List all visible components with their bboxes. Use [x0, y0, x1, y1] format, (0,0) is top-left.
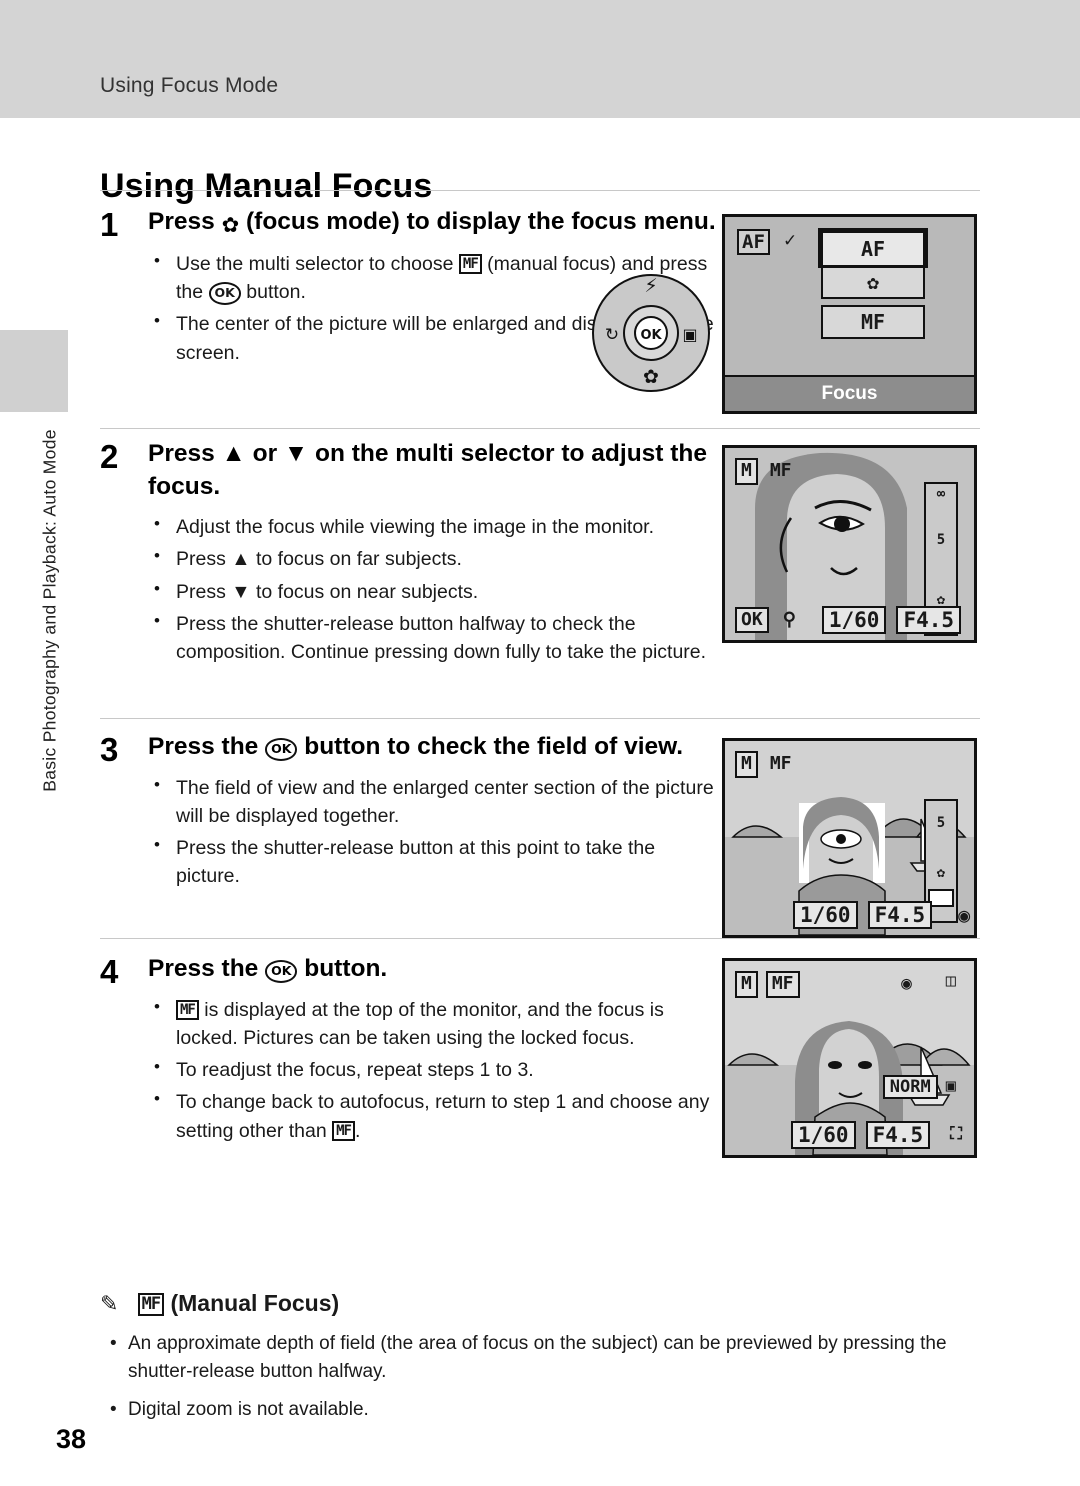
figure-live-view-locked: M MF ◉ ◫ NORM ▣ 1/60 F4.5 ⛶ 16	[722, 958, 977, 1158]
frames-remaining-icon: ⛶	[950, 1124, 963, 1145]
step-3-heading: Press the OK button to check the field o…	[148, 733, 684, 761]
frames-remaining-value: 16	[976, 1121, 977, 1149]
step-2-heading: Press ▲ or ▼ on the multi selector to ad…	[148, 440, 708, 500]
shutter-speed-value: 1/60	[821, 606, 887, 634]
step-2-number: 2	[100, 438, 119, 475]
step-4-number: 4	[100, 953, 119, 990]
step-2: 2 Press ▲ or ▼ on the multi selector to …	[100, 438, 720, 670]
lv4-bottom-bar: 1/60 F4.5 ⛶ 16	[725, 1115, 974, 1155]
step-3: 3 Press the OK button to check the field…	[100, 731, 720, 895]
step-4-bullet-1: MF is displayed at the top of the monito…	[148, 995, 720, 1053]
ok-button-icon: OK	[265, 738, 298, 761]
step-1-heading-post: (focus mode) to display the focus menu.	[246, 208, 716, 235]
mf-icon: MF	[176, 999, 199, 1020]
flower-focus-mode-icon: ✿	[221, 213, 240, 237]
step-4-bullet-3: To change back to autofocus, return to s…	[148, 1087, 720, 1145]
mode-badge: M	[735, 458, 758, 485]
divider	[100, 428, 980, 429]
page-number: 38	[56, 1424, 87, 1454]
step-1-heading: Press ✿ (focus mode) to display the focu…	[148, 206, 720, 240]
ok-badge: OK	[735, 606, 769, 634]
step-2-bullet-1: Adjust the focus while viewing the image…	[148, 512, 720, 541]
note-bullet-1: • An approximate depth of field (the are…	[110, 1333, 947, 1382]
svg-text:OK: OK	[640, 328, 662, 343]
step-3-bullet-2: Press the shutter-release button at this…	[148, 833, 720, 891]
ok-button-icon: OK	[208, 282, 241, 305]
focus-menu-bottom-label: Focus	[725, 375, 974, 411]
step-3-number: 3	[100, 731, 119, 768]
lv2-top-badges: M MF	[735, 458, 796, 485]
figure-focus-menu: AF ✓ AF ✿ MF Focus	[722, 214, 977, 414]
scale-mid-label: 5	[936, 532, 946, 548]
step-3-bullets: The field of view and the enlarged cente…	[148, 773, 720, 891]
mf-icon: MF	[137, 1293, 165, 1316]
figure-live-view-field-of-view: M MF 5 ✿ 1/60 F4.5 ◉	[722, 738, 977, 938]
pencil-note-icon: ✎	[100, 1292, 119, 1317]
step-2-bullet-3: Press ▼ to focus on near subjects.	[148, 577, 720, 606]
mode-badge: M	[735, 971, 758, 998]
svg-text:↻: ↻	[605, 325, 619, 345]
step-2-bullet-2: Press ▲ to focus on far subjects.	[148, 544, 720, 573]
step-4-heading: Press the OK button.	[148, 955, 388, 983]
mf-icon: MF	[332, 1120, 355, 1141]
lv3-bottom-bar: 1/60 F4.5 ◉	[725, 895, 974, 935]
macro-indicator-icon: ◉	[901, 973, 912, 994]
mf-icon: MF	[458, 253, 482, 274]
multi-selector-dial: OK ⚡ ↻ ▣ ✿	[586, 258, 716, 398]
step-2-bullets: Adjust the focus while viewing the image…	[148, 512, 720, 667]
page-header-band	[0, 0, 1080, 118]
side-tab-label: Basic Photography and Playback: Auto Mod…	[39, 429, 60, 792]
scale-infinity-label: ∞	[936, 486, 946, 502]
battery-icon: ◫	[945, 971, 956, 991]
divider	[100, 718, 980, 719]
focus-badge-mf: MF	[765, 971, 800, 998]
focus-badge-mf: MF	[769, 460, 792, 481]
note-heading: ✎ MF (Manual Focus)	[100, 1290, 339, 1317]
focus-menu-item-macro[interactable]: ✿	[821, 265, 925, 299]
step-4-bullet-2: To readjust the focus, repeat steps 1 to…	[148, 1055, 720, 1084]
divider	[100, 938, 980, 939]
scale-macro-label: ✿	[936, 865, 946, 881]
focus-menu-list: AF ✿ MF	[818, 228, 928, 339]
shutter-speed-value: 1/60	[791, 1121, 856, 1149]
magnify-icon: ⚲	[782, 608, 796, 630]
aperture-value: F4.5	[867, 901, 933, 929]
lv4-top-badges: M MF	[735, 971, 800, 998]
lv3-top-badges: M MF	[735, 751, 796, 778]
shutter-speed-value: 1/60	[793, 901, 858, 929]
checkmark-icon: ✓	[783, 231, 798, 250]
divider	[100, 190, 980, 191]
note-bullet-2: • Digital zoom is not available.	[110, 1399, 369, 1420]
focus-badge-mf: MF	[769, 753, 792, 774]
step-4: 4 Press the OK button. MF is displayed a…	[100, 953, 720, 1149]
figure-live-view-magnified: M MF ∞ 5 ✿ OK ⚲ 1/60 F4.5 ◉	[722, 445, 977, 643]
svg-text:✿: ✿	[643, 366, 659, 388]
mode-badge: M	[735, 751, 758, 778]
battery-icon: ◉	[958, 902, 971, 927]
svg-text:▣: ▣	[682, 325, 697, 344]
page-title: Using Manual Focus	[100, 166, 433, 205]
image-quality-group: NORM ▣	[882, 1075, 960, 1099]
focus-menu-item-af[interactable]: AF	[818, 228, 928, 268]
step-2-bullet-4: Press the shutter-release button halfway…	[148, 609, 720, 667]
lv2-bottom-bar: OK ⚲ 1/60 F4.5 ◉	[725, 600, 974, 640]
scale-mid-label: 5	[936, 815, 946, 831]
note-heading-text: (Manual Focus)	[170, 1290, 340, 1316]
ok-button-icon: OK	[265, 960, 298, 983]
focus-menu-current-mode: AF	[737, 229, 770, 255]
focus-menu-item-mf[interactable]: MF	[821, 305, 925, 339]
image-size-icon: ▣	[945, 1076, 956, 1097]
side-tab-marker	[0, 330, 68, 412]
step-1-heading-pre: Press	[148, 208, 215, 235]
step-3-bullet-1: The field of view and the enlarged cente…	[148, 773, 720, 831]
image-quality-value: NORM	[882, 1075, 938, 1099]
aperture-value: F4.5	[865, 1121, 931, 1149]
step-4-bullets: MF is displayed at the top of the monito…	[148, 995, 720, 1145]
aperture-value: F4.5	[896, 606, 962, 634]
step-1-number: 1	[100, 206, 119, 243]
svg-text:⚡: ⚡	[644, 275, 657, 297]
running-head: Using Focus Mode	[100, 74, 279, 97]
